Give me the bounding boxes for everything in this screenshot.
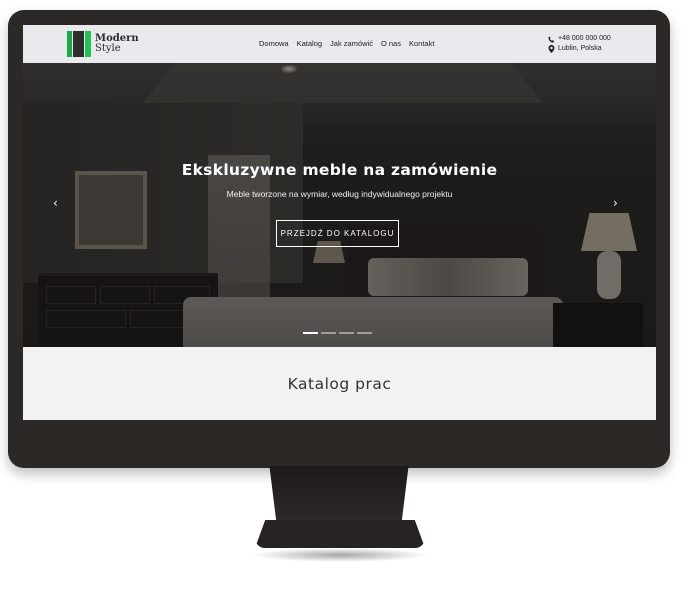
hero-overlay xyxy=(23,63,656,347)
screen: Modern Style Domowa Katalog Jak zamówić … xyxy=(23,25,656,420)
logo-line-2: Style xyxy=(95,43,121,54)
carousel-prev-icon[interactable]: ‹ xyxy=(53,196,58,210)
catalog-cta-button[interactable]: PRZEJDŹ DO KATALOGU xyxy=(276,220,399,247)
contact-info: +48 000 000 000 Lublin, Polska xyxy=(548,34,611,54)
hero-subtitle: Meble tworzone na wymiar, według indywid… xyxy=(226,189,453,199)
monitor-frame: Modern Style Domowa Katalog Jak zamówić … xyxy=(8,10,670,468)
map-marker-icon xyxy=(548,45,555,53)
logo[interactable]: Modern Style xyxy=(67,31,139,57)
carousel-indicator-4[interactable] xyxy=(357,332,372,334)
logo-mark-icon xyxy=(67,31,91,57)
contact-location: Lublin, Polska xyxy=(558,45,602,52)
catalog-section-title: Katalog prac xyxy=(287,374,392,393)
carousel-indicator-1[interactable] xyxy=(303,332,318,334)
nav-item-katalog[interactable]: Katalog xyxy=(297,39,322,48)
nav-item-kontakt[interactable]: Kontakt xyxy=(409,39,434,48)
carousel-next-icon[interactable]: › xyxy=(613,196,618,210)
monitor-stand-shadow xyxy=(250,548,430,562)
catalog-section: Katalog prac xyxy=(23,347,656,420)
carousel-indicators xyxy=(303,332,372,334)
hero-carousel: Ekskluzywne meble na zamówienie Meble tw… xyxy=(23,63,656,347)
nav-item-o-nas[interactable]: O nas xyxy=(381,39,401,48)
phone-icon xyxy=(548,35,555,43)
monitor-stand-base xyxy=(255,520,425,548)
contact-phone[interactable]: +48 000 000 000 xyxy=(558,34,611,44)
carousel-indicator-2[interactable] xyxy=(321,332,336,334)
main-nav: Domowa Katalog Jak zamówić O nas Kontakt xyxy=(259,39,434,48)
monitor-stand-neck xyxy=(269,466,409,526)
contact-location-row: Lublin, Polska xyxy=(548,44,611,54)
site-header: Modern Style Domowa Katalog Jak zamówić … xyxy=(23,25,656,63)
logo-text: Modern Style xyxy=(95,34,139,54)
carousel-indicator-3[interactable] xyxy=(339,332,354,334)
nav-item-domowa[interactable]: Domowa xyxy=(259,39,289,48)
hero-title: Ekskluzywne meble na zamówienie xyxy=(181,161,498,179)
contact-phone-row: +48 000 000 000 xyxy=(548,34,611,44)
nav-item-jak-zamowic[interactable]: Jak zamówić xyxy=(330,39,373,48)
stage: Modern Style Domowa Katalog Jak zamówić … xyxy=(0,0,691,613)
